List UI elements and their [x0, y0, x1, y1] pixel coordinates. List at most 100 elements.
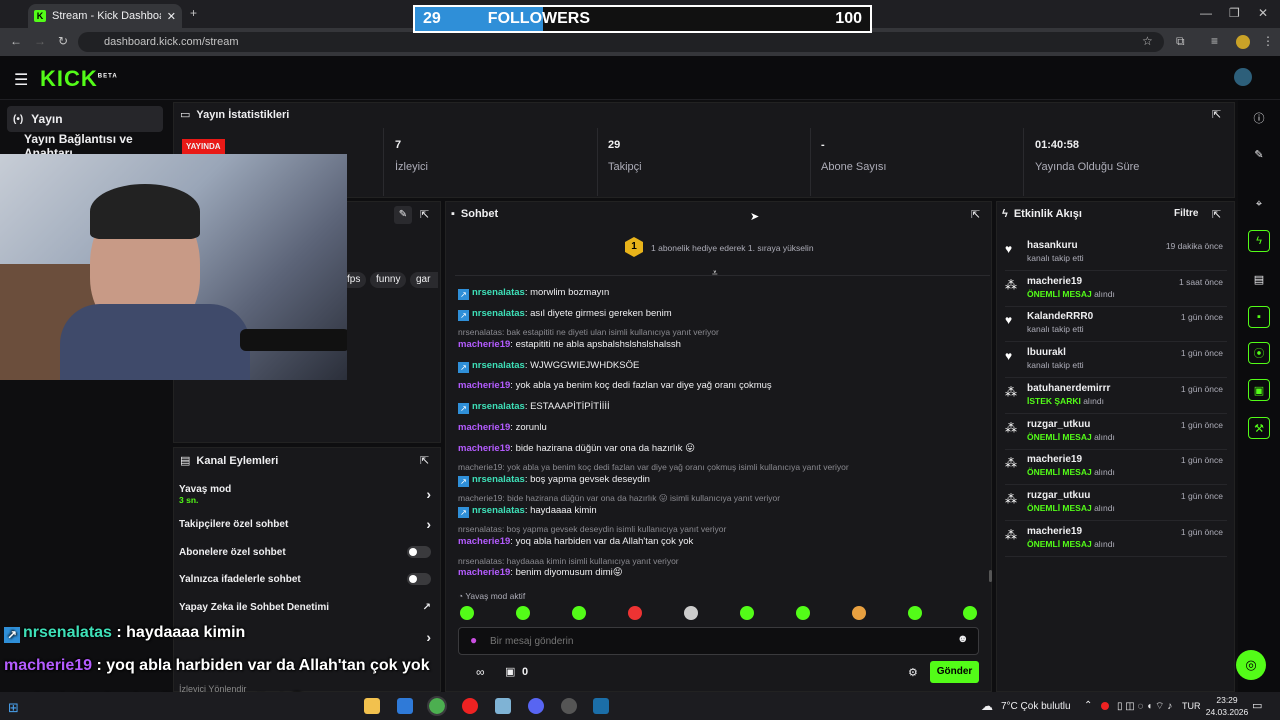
chat-username[interactable]: nrsenalatas — [472, 287, 525, 298]
emote-button[interactable] — [963, 606, 977, 620]
hamburger-menu-icon[interactable]: ☰ — [14, 70, 28, 90]
weather-text[interactable]: 7°C Çok bulutlu — [1001, 701, 1071, 712]
emote-button[interactable] — [684, 606, 698, 620]
subs-only-toggle[interactable] — [407, 546, 431, 558]
chat-message[interactable]: macherie19: bide hazirana düğün var ona … — [458, 443, 695, 454]
event-item[interactable]: ⁂ macherie19 ÖNEMLİ MESAJ alındı 1 gün önce — [1005, 450, 1227, 486]
chat-icon[interactable]: ▪ — [1248, 306, 1270, 328]
chat-username[interactable]: macherie19 — [458, 339, 510, 350]
event-item[interactable]: ⁂ ruzgar_utkuu ÖNEMLİ MESAJ alındı 1 gün ön… — [1005, 486, 1227, 521]
event-username[interactable]: KalandeRRR0 — [1027, 311, 1093, 322]
filter-button[interactable]: Filtre — [1174, 208, 1198, 219]
chat-message[interactable]: ↗ nrsenalatas: haydaaaa kimin — [458, 505, 597, 518]
chat-message[interactable]: ↗ nrsenalatas: asıl diyete girmesi gereke… — [458, 308, 672, 321]
close-tab-icon[interactable]: ✕ — [167, 10, 176, 23]
document-icon[interactable]: ▤ — [1248, 268, 1270, 290]
event-item[interactable]: ♥ lbuurakl kanalı takip etti 1 gün önce — [1005, 343, 1227, 379]
url-field[interactable]: dashboard.kick.com/stream — [78, 32, 1164, 52]
start-button-icon[interactable]: ⊞ — [8, 700, 19, 716]
opera-icon[interactable] — [462, 698, 478, 714]
clock-time[interactable]: 23:29 — [1212, 695, 1242, 705]
user-avatar[interactable] — [1234, 68, 1252, 86]
kick-logo[interactable]: KICKBETA — [40, 66, 118, 92]
emote-button[interactable] — [740, 606, 754, 620]
event-username[interactable]: macherie19 — [1027, 454, 1082, 465]
slow-mode-row[interactable]: Yavaş mod 3 sn. › — [179, 481, 437, 507]
notifications-icon[interactable]: ▭ — [1252, 699, 1262, 712]
popout-stats-icon[interactable]: ⇱ — [1212, 108, 1221, 121]
chat-username[interactable]: macherie19 — [458, 567, 510, 578]
bookmark-star-icon[interactable]: ☆ — [1142, 34, 1153, 48]
chat-message[interactable]: ↗ nrsenalatas: WJWGGWIEJWHDKSÖE — [458, 360, 639, 373]
event-item[interactable]: ⁂ macherie19 ÖNEMLİ MESAJ alındı 1 gün önce — [1005, 522, 1227, 557]
activity-icon[interactable]: ϟ — [1248, 230, 1270, 252]
chat-message[interactable]: macherie19: yoq abla harbiden var da All… — [458, 536, 693, 547]
wrench-icon[interactable]: ⚒ — [1248, 417, 1270, 439]
chat-username[interactable]: macherie19 — [458, 422, 510, 433]
info-icon[interactable]: ⓘ — [1248, 107, 1270, 129]
file-explorer-icon[interactable] — [364, 698, 380, 714]
reload-icon[interactable]: ↻ — [58, 34, 68, 48]
chat-message-input[interactable] — [490, 631, 930, 651]
edit-info-icon[interactable]: ✎ — [394, 206, 412, 224]
chat-username[interactable]: macherie19 — [458, 380, 510, 391]
chat-message[interactable]: macherie19: zorunlu — [458, 422, 547, 433]
chat-message[interactable]: ↗ nrsenalatas: boş yapma gevsek deseydin — [458, 474, 650, 487]
media-icon[interactable]: ≡ — [1211, 34, 1218, 48]
event-username[interactable]: lbuurakl — [1027, 347, 1066, 358]
tray-chevron-icon[interactable]: ⌃ — [1084, 700, 1092, 711]
pinned-toggle-icon[interactable]: ⩡ — [712, 268, 718, 279]
chat-settings-icon[interactable]: ⚙ — [908, 666, 918, 679]
event-item[interactable]: ⁂ macherie19 ÖNEMLİ MESAJ alındı 1 saat önc… — [1005, 272, 1227, 307]
discord-icon[interactable] — [528, 698, 544, 714]
event-item[interactable]: ⁂ batuhanerdemirrr İSTEK ŞARKI alındı 1 gün… — [1005, 379, 1227, 414]
obs-icon[interactable] — [561, 698, 577, 714]
close-window-icon[interactable]: ✕ — [1258, 6, 1268, 20]
event-username[interactable]: macherie19 — [1027, 276, 1082, 287]
event-item[interactable]: ⁂ ruzgar_utkuu ÖNEMLİ MESAJ alındı 1 gün ön… — [1005, 415, 1227, 450]
chat-username[interactable]: macherie19 — [458, 443, 510, 454]
chat-username[interactable]: nrsenalatas — [472, 401, 525, 412]
event-username[interactable]: batuhanerdemirrr — [1027, 383, 1110, 394]
chat-username[interactable]: nrsenalatas — [472, 505, 525, 516]
extensions-icon[interactable]: ⧉ — [1176, 34, 1185, 49]
event-username[interactable]: ruzgar_utkuu — [1027, 490, 1090, 501]
send-button[interactable]: Gönder — [930, 661, 979, 683]
popout-info-icon[interactable]: ⇱ — [420, 208, 429, 221]
gift-leaderboard-text[interactable]: 1 abonelik hediye ederek 1. sıraya yükse… — [651, 243, 814, 253]
sidebar-item-stream[interactable]: (•) Yayın — [7, 106, 163, 132]
followers-only-row[interactable]: Takipçilere özel sohbet › — [179, 511, 437, 537]
event-item[interactable]: ♥ KalandeRRR0 kanalı takip etti 1 gün önce — [1005, 307, 1227, 343]
emote-button[interactable] — [460, 606, 474, 620]
popout-chat-icon[interactable]: ⇱ — [971, 208, 980, 221]
infinity-icon[interactable]: ∞ — [476, 665, 485, 679]
chat-username[interactable]: nrsenalatas — [472, 360, 525, 371]
emote-button[interactable] — [852, 606, 866, 620]
microphone-icon[interactable]: ● — [470, 633, 477, 647]
event-username[interactable]: hasankuru — [1027, 240, 1078, 251]
browser-tab[interactable]: K Stream - Kick Dashboard ✕ — [28, 4, 182, 28]
chat-message[interactable]: ↗ nrsenalatas: morwlim bozmayın — [458, 287, 609, 300]
browser-menu-icon[interactable]: ⋮ — [1262, 34, 1274, 48]
new-tab-icon[interactable]: + — [190, 6, 197, 20]
chat-username[interactable]: macherie19 — [458, 536, 510, 547]
emotes-only-toggle[interactable] — [407, 573, 431, 585]
actions-panel-icon[interactable]: ▣ — [1248, 379, 1270, 401]
scan-icon[interactable]: ⌖ — [1248, 193, 1270, 215]
popout-actions-icon[interactable]: ⇱ — [420, 454, 429, 467]
help-chat-button[interactable]: ◎ — [1236, 650, 1266, 680]
emote-button[interactable] — [796, 606, 810, 620]
emote-button[interactable] — [908, 606, 922, 620]
event-username[interactable]: ruzgar_utkuu — [1027, 419, 1090, 430]
chat-username[interactable]: nrsenalatas — [472, 308, 525, 319]
steam-icon[interactable] — [593, 698, 609, 714]
chat-message[interactable]: macherie19: estapititi ne abla apsbalshs… — [458, 339, 681, 350]
chat-scrollbar[interactable] — [989, 570, 992, 582]
pencil-icon[interactable]: ✎ — [1248, 143, 1270, 165]
emote-button[interactable] — [628, 606, 642, 620]
tag-chip[interactable]: gar — [410, 272, 438, 288]
emoji-picker-icon[interactable]: ☻ — [957, 633, 969, 645]
maximize-icon[interactable]: ❐ — [1229, 6, 1240, 20]
emote-button[interactable] — [572, 606, 586, 620]
popout-events-icon[interactable]: ⇱ — [1212, 208, 1221, 221]
